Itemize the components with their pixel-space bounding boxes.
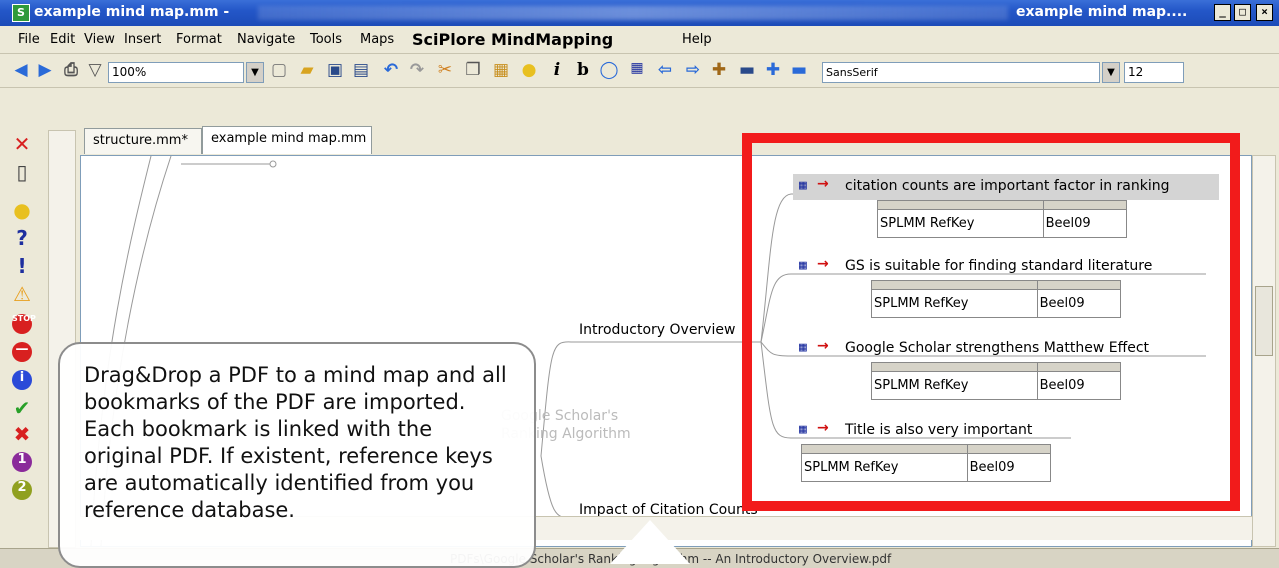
highlight-box xyxy=(742,133,1240,511)
vertical-scrollbar[interactable] xyxy=(1252,155,1276,547)
new-icon[interactable]: ▢ xyxy=(268,60,290,82)
menu-bar: File Edit View Insert Format Navigate To… xyxy=(0,26,1279,54)
callout-bubble: Drag&Drop a PDF to a mind map and all bo… xyxy=(58,342,536,568)
font-dropdown-icon[interactable]: ▼ xyxy=(1102,62,1120,83)
menu-view[interactable]: View xyxy=(84,32,115,47)
undo-icon[interactable]: ↶ xyxy=(380,60,402,82)
note-icon[interactable]: ◯ xyxy=(598,60,620,82)
table-icon[interactable]: ▦ xyxy=(626,60,648,82)
forward-icon[interactable]: ▶ xyxy=(34,60,56,82)
idea-icon[interactable]: ● xyxy=(518,60,540,82)
no-entry-icon[interactable]: — xyxy=(12,342,32,362)
idea-icon[interactable]: ● xyxy=(10,198,34,222)
icon-sidebar: ✕ ▯ ● ? ! ⚠ STOP — i ✔ ✖ 1 2 xyxy=(0,130,44,568)
callout-tail xyxy=(610,520,690,564)
priority-1-icon[interactable]: 1 xyxy=(12,452,32,472)
menu-maps[interactable]: Maps xyxy=(360,32,394,47)
copy-icon[interactable]: ❐ xyxy=(462,60,484,82)
remove-first-icon[interactable]: ✕ xyxy=(10,132,34,156)
toolbar: ◀ ▶ ⎙ ▽ 100% ▼ ▢ ▰ ▣ ▤ ↶ ↷ ✂ ❐ ▦ ● i b ◯… xyxy=(0,54,1279,88)
font-name-combo[interactable]: SansSerif xyxy=(822,62,1100,83)
italic-icon[interactable]: i xyxy=(546,60,568,82)
collapse-icon[interactable]: ▬ xyxy=(736,60,758,82)
bold-icon[interactable]: b xyxy=(572,60,594,82)
open-icon[interactable]: ▰ xyxy=(296,60,318,82)
tab-structure[interactable]: structure.mm* xyxy=(84,128,202,154)
priority-2-icon[interactable]: 2 xyxy=(12,480,32,500)
cross-icon[interactable]: ✖ xyxy=(10,422,34,446)
trash-icon[interactable]: ▯ xyxy=(10,160,34,184)
window-title: example mind map.mm - xyxy=(34,4,230,20)
minimize-button[interactable]: _ xyxy=(1214,4,1231,21)
app-logo-icon: S xyxy=(12,4,30,22)
node-introductory-overview[interactable]: Introductory Overview xyxy=(579,322,735,338)
back-icon[interactable]: ◀ xyxy=(10,60,32,82)
tab-example-mind-map[interactable]: example mind map.mm xyxy=(202,126,372,154)
stop-icon[interactable]: STOP xyxy=(12,314,36,334)
zoom-dropdown-icon[interactable]: ▼ xyxy=(246,62,264,83)
menu-file[interactable]: File xyxy=(18,32,40,47)
zoom-combo[interactable]: 100% xyxy=(108,62,244,83)
scroll-thumb[interactable] xyxy=(1255,286,1273,356)
info-icon[interactable]: i xyxy=(12,370,32,390)
paste-icon[interactable]: ▦ xyxy=(490,60,512,82)
remove-icon[interactable]: ▬ xyxy=(788,60,810,82)
exclamation-icon[interactable]: ! xyxy=(10,254,34,278)
menu-tools[interactable]: Tools xyxy=(310,32,342,47)
menu-navigate[interactable]: Navigate xyxy=(237,32,295,47)
save-as-icon[interactable]: ▤ xyxy=(350,60,372,82)
redo-icon[interactable]: ↷ xyxy=(406,60,428,82)
right-arrow-icon[interactable]: ⇨ xyxy=(682,60,704,82)
filter-icon[interactable]: ▽ xyxy=(84,60,106,82)
add-icon[interactable]: ✚ xyxy=(762,60,784,82)
expand-icon[interactable]: ✚ xyxy=(708,60,730,82)
window-title-repeat: example mind map.... xyxy=(1016,4,1188,20)
font-size-combo[interactable]: 12 xyxy=(1124,62,1184,83)
check-icon[interactable]: ✔ xyxy=(10,396,34,420)
menu-format[interactable]: Format xyxy=(176,32,222,47)
menu-edit[interactable]: Edit xyxy=(50,32,75,47)
callout-text: Drag&Drop a PDF to a mind map and all bo… xyxy=(84,363,507,522)
maximize-button[interactable]: □ xyxy=(1234,4,1251,21)
title-bar: S example mind map.mm - example mind map… xyxy=(0,0,1279,26)
cut-icon[interactable]: ✂ xyxy=(434,60,456,82)
menu-help[interactable]: Help xyxy=(682,32,712,47)
close-button[interactable]: × xyxy=(1256,4,1273,21)
print-icon[interactable]: ⎙ xyxy=(60,60,82,82)
question-icon[interactable]: ? xyxy=(10,226,34,250)
blurred-title-path xyxy=(258,6,1008,20)
warning-icon[interactable]: ⚠ xyxy=(10,282,34,306)
left-arrow-icon[interactable]: ⇦ xyxy=(654,60,676,82)
menu-insert[interactable]: Insert xyxy=(124,32,161,47)
save-icon[interactable]: ▣ xyxy=(324,60,346,82)
menu-sciplore[interactable]: SciPlore MindMapping xyxy=(412,30,613,49)
